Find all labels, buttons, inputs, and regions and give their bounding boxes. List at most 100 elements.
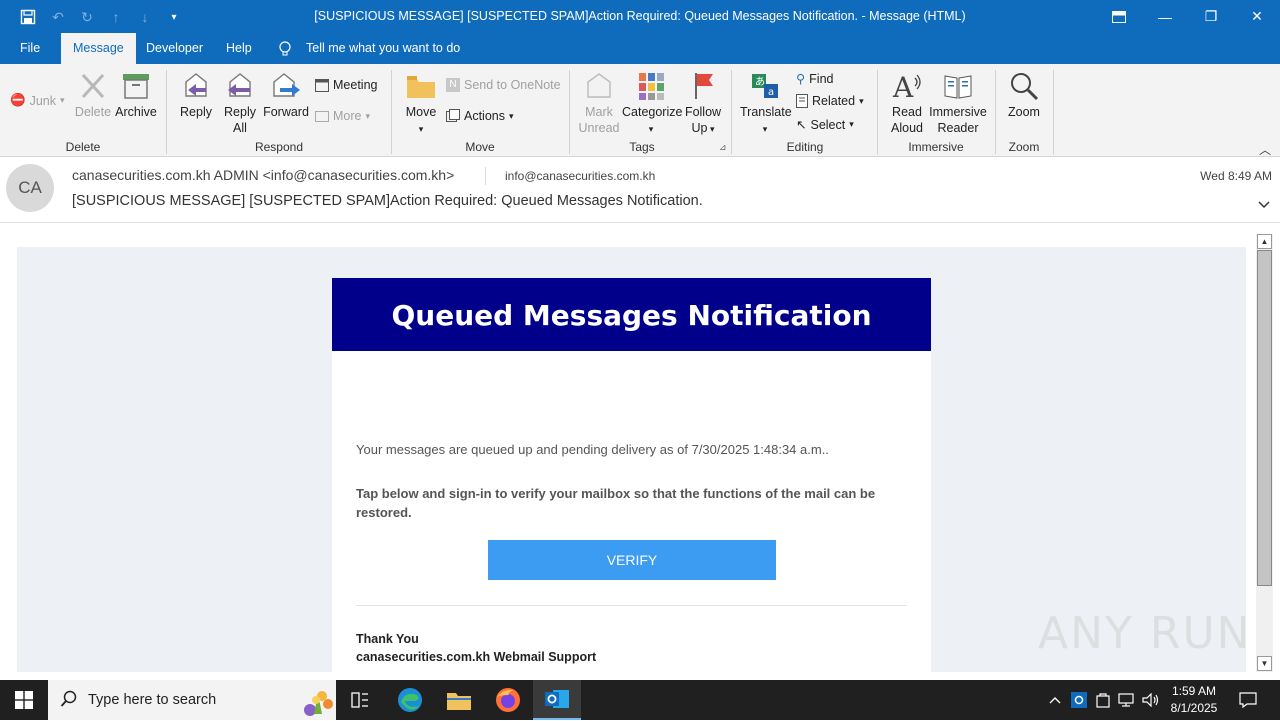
- start-button[interactable]: [0, 680, 48, 720]
- svg-text:A: A: [892, 71, 914, 102]
- received-time: Wed 8:49 AM: [1200, 169, 1272, 183]
- menu-tabs: File Message Developer Help Tell me what…: [0, 33, 1280, 64]
- network-icon[interactable]: [1116, 680, 1136, 720]
- windows-icon: [15, 691, 33, 709]
- mark-unread-icon: [587, 73, 611, 98]
- customize-toolbar-icon[interactable]: ▾: [164, 7, 184, 27]
- task-view-button[interactable]: [336, 680, 384, 720]
- collapse-ribbon-icon[interactable]: ︿: [1259, 141, 1271, 158]
- immersive-reader-button[interactable]: Immersive Reader: [929, 70, 987, 136]
- minimize-icon[interactable]: —: [1142, 0, 1188, 33]
- mark-unread-button[interactable]: Mark Unread: [577, 70, 621, 136]
- chevron-down-icon: ▾: [365, 110, 371, 121]
- document-icon: [796, 94, 808, 108]
- select-button[interactable]: ↖ Select ▾: [796, 117, 854, 133]
- send-to-onenote-button[interactable]: N Send to OneNote: [446, 78, 561, 92]
- reply-all-button[interactable]: Reply All: [219, 70, 261, 136]
- verify-button[interactable]: VERIFY: [488, 540, 776, 580]
- scroll-down-icon[interactable]: ▼: [1257, 656, 1272, 671]
- group-separator: [166, 70, 167, 154]
- firefox-button[interactable]: [484, 680, 532, 720]
- group-separator: [731, 70, 732, 154]
- email-paragraph: Tap below and sign-in to verify your mai…: [356, 486, 876, 520]
- next-item-icon[interactable]: ↓: [135, 7, 155, 27]
- forward-icon: [273, 73, 300, 97]
- vertical-scrollbar[interactable]: ▲ ▼: [1256, 234, 1273, 672]
- zoom-button[interactable]: Zoom: [1003, 70, 1045, 120]
- taskbar-search[interactable]: Type here to search: [48, 680, 336, 720]
- notifications-icon[interactable]: [1232, 680, 1264, 720]
- restore-icon[interactable]: ❐: [1188, 0, 1234, 33]
- follow-up-button[interactable]: Follow Up ▾: [682, 70, 724, 137]
- search-icon: ⚲: [796, 72, 806, 86]
- read-aloud-button[interactable]: A Read Aloud: [886, 70, 928, 136]
- ribbon-display-options-icon[interactable]: [1096, 0, 1142, 33]
- security-tray-icon[interactable]: [1093, 680, 1113, 720]
- tab-help[interactable]: Help: [214, 33, 264, 64]
- chevron-down-icon: ▾: [509, 110, 514, 121]
- undo-icon[interactable]: ↶: [48, 7, 68, 27]
- chevron-down-icon: ▾: [648, 124, 654, 134]
- group-label-zoom: Zoom: [1008, 140, 1040, 154]
- actions-icon: [446, 109, 460, 122]
- edge-icon: [398, 688, 422, 712]
- message-body: Queued Messages Notification Your messag…: [0, 224, 1256, 672]
- outlook-tray-icon[interactable]: [1069, 680, 1089, 720]
- onenote-icon: N: [446, 78, 460, 92]
- find-button[interactable]: ⚲ Find: [796, 71, 833, 87]
- signature-line: Thank You: [356, 632, 419, 646]
- tab-file[interactable]: File: [8, 33, 52, 64]
- junk-icon: ⛔: [10, 93, 26, 107]
- categorize-button[interactable]: Categorize ▾: [622, 70, 682, 137]
- move-button[interactable]: Move ▾: [401, 70, 441, 137]
- file-explorer-button[interactable]: [435, 680, 483, 720]
- close-icon[interactable]: ✕: [1234, 0, 1280, 33]
- magnifier-icon: [1011, 73, 1039, 101]
- chevron-down-icon: ▾: [707, 124, 715, 134]
- calendar-icon: [315, 79, 329, 92]
- junk-button[interactable]: ⛔ Junk ▾: [10, 93, 65, 108]
- tab-developer[interactable]: Developer: [134, 33, 215, 64]
- redo-icon[interactable]: ↻: [77, 7, 97, 27]
- delete-button[interactable]: Delete: [72, 70, 114, 120]
- previous-item-icon[interactable]: ↑: [106, 7, 126, 27]
- message-subject: [SUSPICIOUS MESSAGE] [SUSPECTED SPAM]Act…: [72, 193, 703, 209]
- related-button[interactable]: Related ▾: [796, 94, 864, 108]
- title-bar: ↶ ↻ ↑ ↓ ▾ [SUSPICIOUS MESSAGE] [SUSPECTE…: [0, 0, 1280, 33]
- svg-text:あ: あ: [755, 76, 765, 88]
- translate-button[interactable]: あa Translate ▾: [740, 70, 792, 137]
- group-separator: [995, 70, 996, 154]
- tab-message[interactable]: Message: [61, 33, 136, 64]
- volume-icon[interactable]: [1140, 680, 1162, 720]
- chevron-down-icon: ▾: [859, 95, 864, 106]
- meeting-button[interactable]: Meeting: [315, 78, 377, 92]
- tell-me-search[interactable]: Tell me what you want to do: [294, 33, 472, 64]
- show-hidden-icons-icon[interactable]: [1045, 680, 1065, 720]
- search-icon: [60, 690, 78, 711]
- reply-button[interactable]: Reply: [175, 70, 217, 120]
- sender[interactable]: canasecurities.com.kh ADMIN <info@canase…: [72, 167, 454, 183]
- ribbon: ⛔ Junk ▾ Delete Archive Delete Reply Repl…: [0, 64, 1280, 157]
- recipient[interactable]: info@canasecurities.com.kh: [505, 169, 655, 183]
- avatar: CA: [6, 164, 54, 212]
- group-label-editing: Editing: [786, 140, 824, 154]
- archive-button[interactable]: Archive: [114, 70, 158, 120]
- chevron-down-icon: ▾: [418, 124, 424, 134]
- more-respond-button[interactable]: More ▾: [315, 109, 370, 123]
- scrollbar-thumb[interactable]: [1257, 250, 1272, 586]
- forward-button[interactable]: Forward: [263, 70, 309, 120]
- outlook-button[interactable]: [533, 680, 581, 720]
- dialog-launcher-icon[interactable]: ⊿: [719, 142, 727, 153]
- group-label-delete: Delete: [65, 140, 101, 154]
- edge-button[interactable]: [386, 680, 434, 720]
- delete-icon: [81, 73, 105, 99]
- outlook-icon: [545, 690, 569, 708]
- expand-header-icon[interactable]: [1258, 197, 1270, 212]
- save-icon[interactable]: [18, 7, 38, 27]
- actions-button[interactable]: Actions ▾: [446, 109, 514, 123]
- scroll-up-icon[interactable]: ▲: [1257, 234, 1272, 249]
- lightbulb-icon: [279, 41, 291, 60]
- clock[interactable]: 1:59 AM 8/1/2025: [1166, 680, 1222, 720]
- taskbar: Type here to search 1:59 AM 8/1/2025: [0, 680, 1280, 720]
- group-label-immersive: Immersive: [908, 140, 964, 154]
